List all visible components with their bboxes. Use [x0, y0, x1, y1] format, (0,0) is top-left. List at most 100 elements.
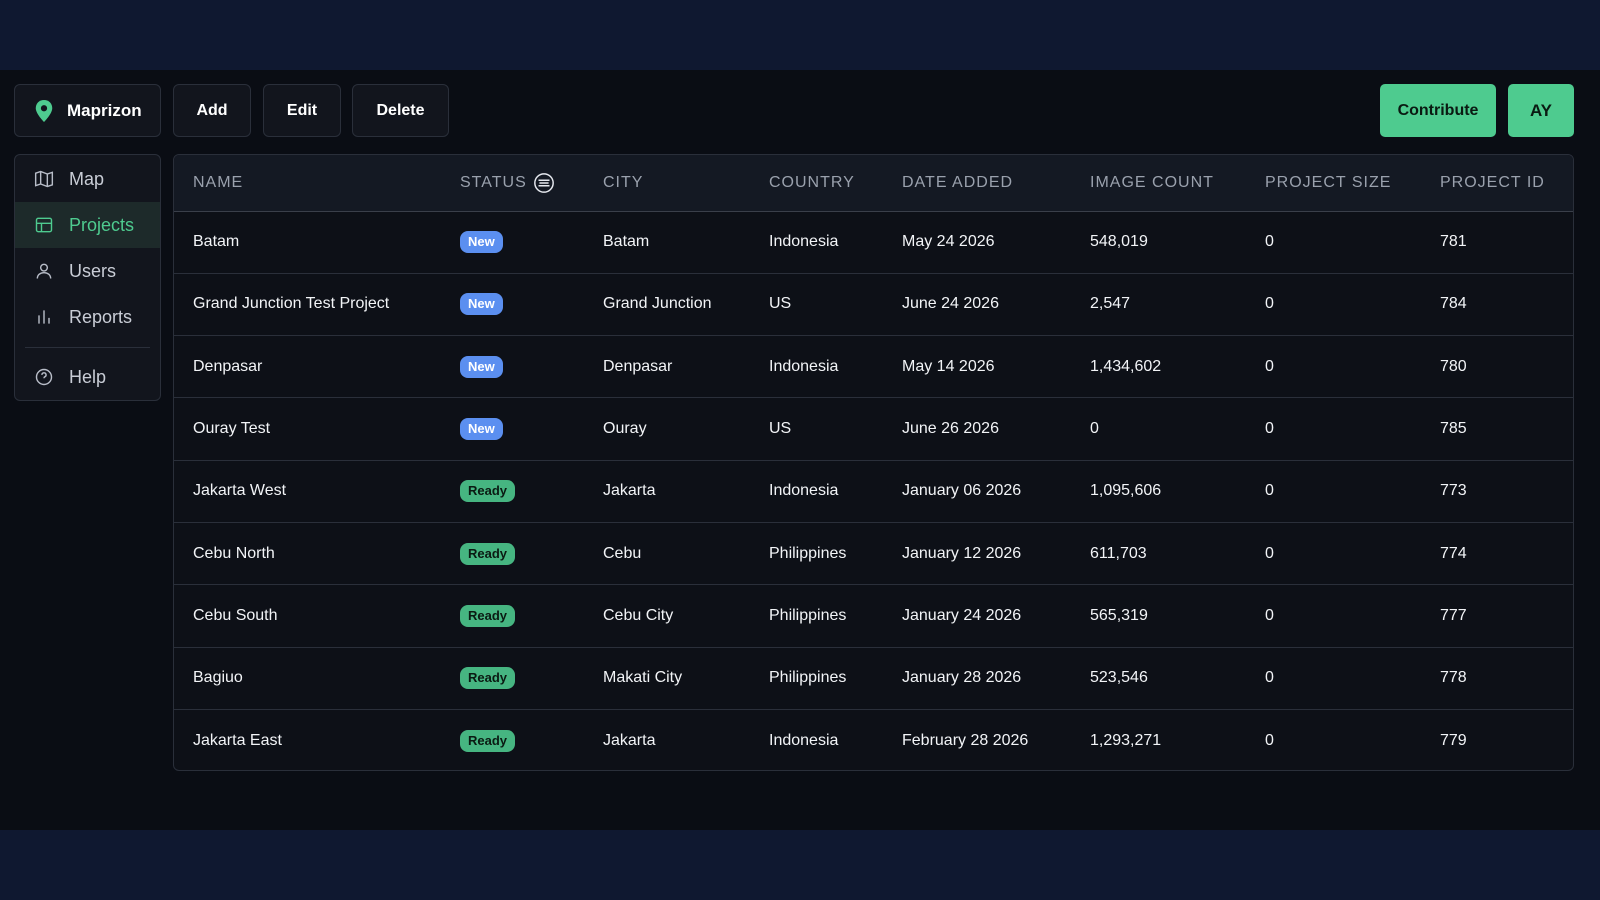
sidebar-nav: Map Projects Users Reports Help [14, 154, 161, 401]
cell-city: Denpasar [603, 357, 673, 375]
status-badge: Ready [460, 542, 516, 565]
table-row[interactable]: Grand Junction Test Project New Grand Junc… [174, 273, 1573, 336]
cell-status: Ready [441, 585, 584, 647]
app-window: Maprizon Add Edit Delete Contribute AY M… [0, 70, 1600, 830]
sidebar-item-users[interactable]: Users [15, 248, 160, 294]
table-row[interactable]: Bagiuo Ready Makati City Philippines January… [174, 647, 1573, 710]
cell-project-size: 0 [1265, 233, 1274, 251]
cell-date-added: January 06 2026 [902, 482, 1022, 500]
cell-project-size: 0 [1265, 731, 1274, 749]
cell-date-added: January 24 2026 [902, 606, 1022, 624]
help-circle-icon [35, 368, 53, 386]
cell-city: Makati City [603, 669, 683, 687]
cell-project-size: 0 [1265, 606, 1274, 624]
table-row[interactable]: Cebu North Ready Cebu Philippines January 12… [174, 522, 1573, 585]
status-badge: New [460, 293, 503, 316]
cell-status: New [441, 398, 584, 460]
cell-image-count: 523,546 [1090, 669, 1148, 687]
sidebar-item-label: Projects [69, 214, 135, 235]
cell-city: Cebu [603, 544, 642, 562]
cell-city: Ouray [603, 420, 647, 438]
cell-country: Philippines [769, 544, 847, 562]
sidebar-item-help[interactable]: Help [15, 354, 160, 400]
cell-country: Indonesia [769, 731, 839, 749]
delete-button[interactable]: Delete [352, 84, 449, 137]
bar-chart-icon [38, 310, 50, 324]
status-badge: New [460, 231, 503, 254]
sidebar-item-reports[interactable]: Reports [15, 294, 160, 340]
sidebar-item-map[interactable]: Map [15, 156, 160, 202]
cell-name: Jakarta West [193, 482, 287, 500]
sidebar-item-label: Reports [69, 306, 133, 327]
add-button[interactable]: Add [173, 84, 251, 137]
table-row[interactable]: Jakarta West Ready Jakarta Indonesia January… [174, 460, 1573, 523]
status-badge: New [460, 418, 503, 441]
cell-project-size: 0 [1265, 669, 1274, 687]
cell-city: Cebu City [603, 606, 674, 624]
column-header-name[interactable]: NAME [174, 155, 441, 212]
contribute-button[interactable]: Contribute [1380, 84, 1496, 137]
cell-country: US [769, 420, 792, 438]
column-header-status[interactable]: STATUS [441, 155, 584, 212]
cell-image-count: 611,703 [1090, 544, 1147, 562]
brand-logo[interactable]: Maprizon [14, 84, 161, 137]
sidebar-item-label: Help [69, 366, 107, 387]
table-row[interactable]: Denpasar New Denpasar Indonesia May 14 2026 1… [174, 336, 1573, 398]
column-header-project-id[interactable]: PROJECT ID [1421, 155, 1573, 212]
cell-status: Ready [441, 647, 584, 709]
cell-name: Denpasar [193, 357, 263, 375]
cell-name: Cebu North [193, 544, 275, 562]
cell-project-id: 777 [1440, 606, 1467, 624]
sidebar-item-label: Users [69, 260, 117, 281]
cell-image-count: 565,319 [1090, 606, 1148, 624]
cell-project-id: 780 [1440, 357, 1467, 375]
table-icon [35, 217, 53, 233]
cell-project-id: 785 [1440, 420, 1467, 438]
cell-date-added: May 14 2026 [902, 357, 995, 375]
cell-country: Philippines [769, 669, 847, 687]
filter-icon[interactable] [533, 172, 555, 194]
status-badge: Ready [460, 480, 516, 503]
cell-project-size: 0 [1265, 420, 1274, 438]
table-row[interactable]: Cebu South Ready Cebu City Philippines Janua… [174, 585, 1573, 648]
cell-city: Jakarta [603, 482, 656, 500]
cell-country: Indonesia [769, 233, 839, 251]
status-badge: Ready [460, 729, 516, 752]
edit-button[interactable]: Edit [263, 84, 341, 137]
cell-image-count: 1,095,606 [1090, 482, 1162, 500]
status-badge: Ready [460, 604, 516, 627]
cell-project-size: 0 [1265, 482, 1274, 500]
table-row[interactable]: Jakarta East Ready Jakarta Indonesia Februar… [174, 709, 1573, 770]
cell-country: US [769, 295, 792, 313]
table-body: Batam New Batam Indonesia May 24 2026 548,019… [174, 211, 1573, 770]
column-header-city[interactable]: CITY [584, 155, 750, 212]
table-row[interactable]: Ouray Test New Ouray US June 26 2026 0 0 785 [174, 398, 1573, 461]
cell-date-added: January 28 2026 [902, 669, 1022, 687]
cell-status: New [441, 211, 584, 273]
status-badge: Ready [460, 667, 516, 690]
cell-name: Batam [193, 233, 240, 251]
table-row[interactable]: Batam New Batam Indonesia May 24 2026 548,019… [174, 211, 1573, 274]
projects-table: NAME STATUS CITY COUNTRY DATE ADDED IMAG… [174, 155, 1573, 770]
column-header-project-size[interactable]: PROJECT SIZE [1246, 155, 1421, 212]
cell-date-added: May 24 2026 [902, 233, 995, 251]
projects-table-container: NAME STATUS CITY COUNTRY DATE ADDED IMAG… [173, 154, 1574, 771]
cell-image-count: 0 [1090, 420, 1099, 438]
cell-name: Grand Junction Test Project [193, 295, 390, 313]
cell-name: Bagiuo [193, 669, 243, 687]
cell-project-id: 784 [1440, 295, 1467, 313]
cell-date-added: January 12 2026 [902, 544, 1022, 562]
column-header-date-added[interactable]: DATE ADDED [883, 155, 1071, 212]
column-header-image-count[interactable]: IMAGE COUNT [1071, 155, 1246, 212]
cell-project-id: 774 [1440, 544, 1467, 562]
user-avatar-button[interactable]: AY [1508, 84, 1574, 137]
cell-city: Batam [603, 233, 650, 251]
cell-city: Jakarta [603, 731, 656, 749]
cell-date-added: June 24 2026 [902, 295, 999, 313]
cell-project-id: 781 [1440, 233, 1467, 251]
cell-date-added: February 28 2026 [902, 731, 1029, 749]
cell-image-count: 548,019 [1090, 233, 1148, 251]
map-pin-icon [35, 99, 53, 122]
column-header-country[interactable]: COUNTRY [750, 155, 883, 212]
sidebar-item-projects[interactable]: Projects [15, 202, 160, 248]
